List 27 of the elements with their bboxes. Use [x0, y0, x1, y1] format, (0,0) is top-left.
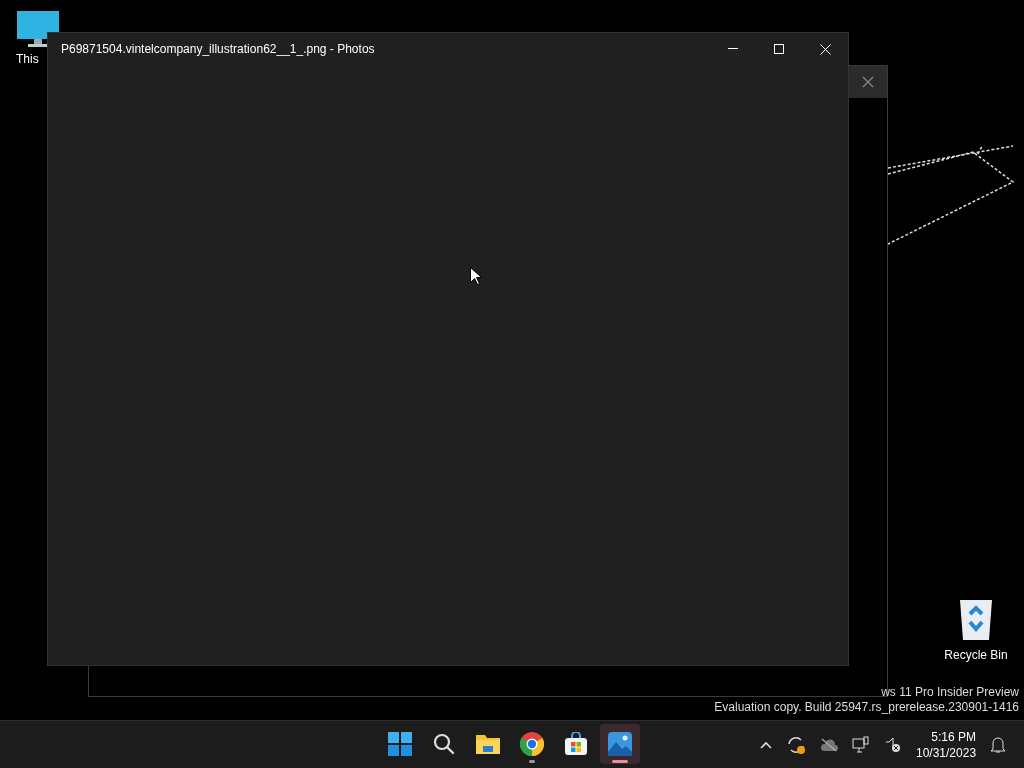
clock-date[interactable]: 10/31/2023 [916, 745, 977, 761]
desktop-icon-label[interactable]: This [16, 50, 39, 68]
windows-logo-icon [388, 732, 412, 756]
monitor-icon [16, 10, 60, 48]
close-icon[interactable] [862, 76, 874, 88]
bell-icon[interactable] [990, 736, 1007, 754]
maximize-icon [774, 44, 784, 54]
folder-icon [475, 733, 501, 755]
shopping-bag-icon [564, 732, 588, 756]
running-indicator [612, 760, 628, 763]
sync-icon[interactable] [786, 735, 806, 755]
search-icon [432, 732, 456, 756]
mouse-pointer-icon [470, 267, 481, 285]
watermark-text: ws 11 Pro Insider Preview [881, 685, 1019, 700]
chevron-up-icon[interactable] [760, 741, 772, 749]
running-indicator [529, 760, 535, 763]
browser-icon [520, 732, 544, 756]
photos-icon [608, 732, 632, 756]
watermark-text: Evaluation copy. Build 25947.rs_prerelease.230901-1416 [714, 700, 1019, 715]
desktop-icon-label[interactable]: Recycle Bin [944, 646, 1008, 664]
close-icon [819, 43, 831, 55]
cloud-off-icon[interactable] [820, 738, 838, 752]
network-icon[interactable] [852, 736, 870, 754]
window-title: P69871504.vintelcompany_illustration62__1_.png - Photos [61, 41, 375, 58]
taskbar-button[interactable] [600, 724, 640, 764]
clock-time[interactable]: 5:16 PM [931, 729, 977, 745]
minimize-icon [728, 48, 738, 50]
